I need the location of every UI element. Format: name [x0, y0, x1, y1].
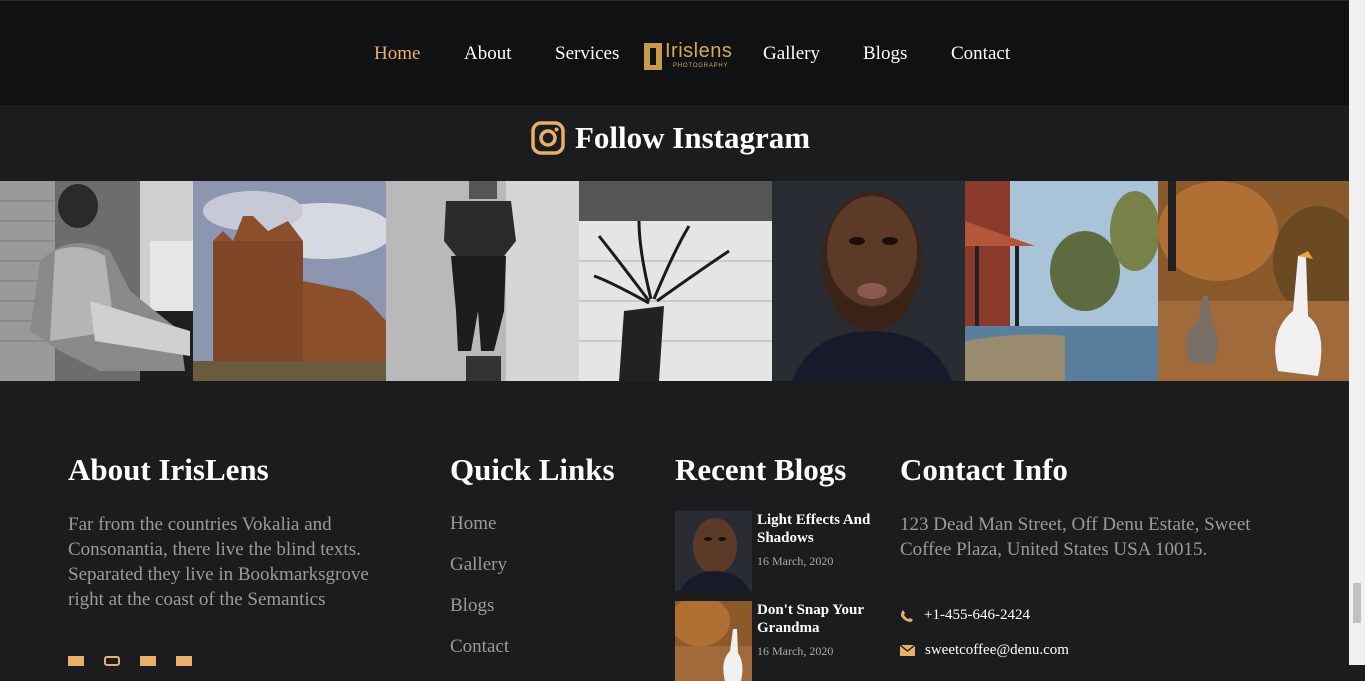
contact-email-row[interactable]: sweetcoffee@denu.com: [900, 642, 1069, 659]
blog-title[interactable]: Don't Snap Your Grandma: [757, 601, 897, 637]
nav-contact[interactable]: Contact: [951, 43, 1010, 65]
gallery-photo-stone-castle[interactable]: [193, 181, 386, 381]
contact-info-heading: Contact Info: [900, 452, 1068, 487]
blog-date: 16 March, 2020: [757, 644, 834, 658]
contact-phone[interactable]: +1-455-646-2424: [924, 607, 1030, 624]
top-navigation: Home About Services Irislens PHOTOGRAPHY…: [0, 0, 1349, 105]
blog-date: 16 March, 2020: [757, 554, 834, 568]
contact-email[interactable]: sweetcoffee@denu.com: [925, 642, 1069, 659]
recent-blogs-heading: Recent Blogs: [675, 452, 847, 487]
instagram-title-text: Follow Instagram: [575, 120, 811, 155]
contact-phone-row[interactable]: +1-455-646-2424: [900, 607, 1030, 624]
gallery-photo-hair-flip[interactable]: [579, 181, 772, 381]
nav-gallery[interactable]: Gallery: [763, 43, 820, 65]
recent-blog-item[interactable]: Light Effects And Shadows 16 March, 2020: [675, 511, 895, 591]
instagram-gallery: [0, 181, 1351, 381]
gallery-photo-fashion-pose[interactable]: [386, 181, 579, 381]
instagram-icon[interactable]: [531, 121, 565, 155]
gallery-photo-portrait-man[interactable]: [772, 181, 965, 381]
blog-thumbnail[interactable]: [675, 511, 752, 591]
recent-blog-item[interactable]: Don't Snap Your Grandma 16 March, 2020: [675, 601, 895, 681]
nav-blogs[interactable]: Blogs: [863, 43, 907, 65]
gallery-photo-geese[interactable]: [1158, 181, 1351, 381]
quick-link-blogs[interactable]: Blogs: [450, 594, 509, 635]
quick-links-heading: Quick Links: [450, 452, 615, 487]
instagram-section-title: Follow Instagram: [531, 118, 810, 158]
nav-services[interactable]: Services: [555, 43, 619, 65]
about-text: Far from the countries Vokalia and Conso…: [68, 514, 369, 610]
contact-address: 123 Dead Man Street, Off Denu Estate, Sw…: [900, 514, 1251, 560]
quick-link-gallery[interactable]: Gallery: [450, 553, 509, 594]
quick-link-home[interactable]: Home: [450, 512, 509, 553]
blog-thumbnail[interactable]: [675, 601, 752, 681]
nav-about[interactable]: About: [464, 43, 512, 65]
blog-title[interactable]: Light Effects And Shadows: [757, 511, 897, 547]
about-heading: About IrisLens: [68, 452, 269, 487]
gallery-photo-riverside-building[interactable]: [965, 181, 1158, 381]
logo-mark-icon: [644, 43, 662, 70]
logo-subtitle: PHOTOGRAPHY: [673, 63, 729, 69]
envelope-icon: [900, 645, 915, 656]
logo-word: Irislens: [665, 40, 733, 62]
irislens-logo[interactable]: Irislens PHOTOGRAPHY: [644, 40, 744, 73]
scrollbar-thumb[interactable]: [1353, 583, 1361, 623]
gallery-photo-woman-window[interactable]: [0, 181, 193, 381]
page-scrollbar[interactable]: [1349, 0, 1365, 665]
quick-links-list: Home Gallery Blogs Contact: [450, 512, 509, 676]
nav-home[interactable]: Home: [374, 43, 420, 65]
phone-icon: [901, 609, 913, 622]
quick-link-contact[interactable]: Contact: [450, 635, 509, 676]
